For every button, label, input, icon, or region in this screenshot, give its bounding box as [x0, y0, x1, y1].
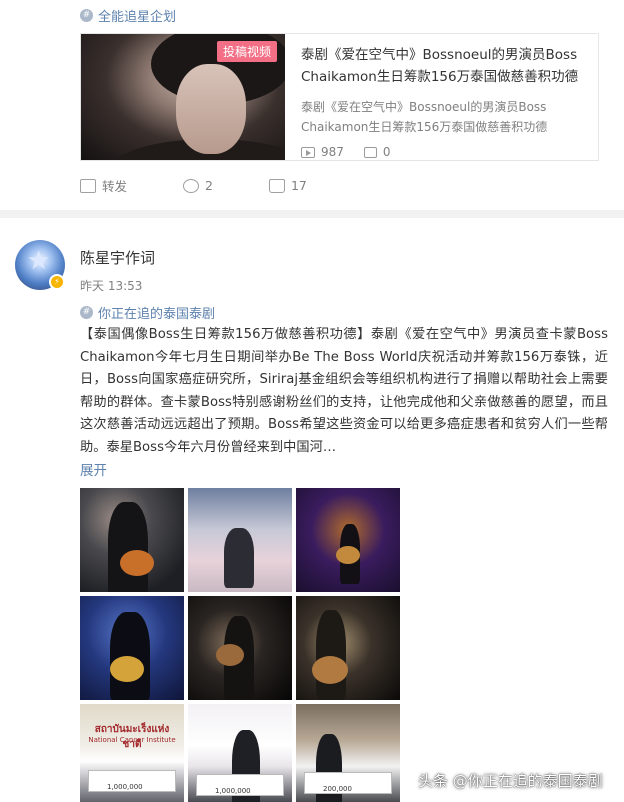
guitar-shape — [312, 656, 348, 684]
post-time[interactable]: 昨天 13:53 — [80, 277, 142, 294]
view-count: 987 — [301, 145, 344, 159]
video-title[interactable]: 泰剧《爱在空气中》Bossnoeul的男演员Boss Chaikamon生日筹款… — [301, 44, 584, 88]
photo-figure — [224, 528, 254, 588]
cheque: 200,000 — [304, 772, 392, 794]
cheque: 1,000,000 — [196, 774, 284, 796]
banner-sub: National Cancer Institute — [88, 736, 176, 744]
like-count: 17 — [290, 178, 307, 193]
comment-button[interactable]: 2 — [183, 176, 213, 195]
watermark: 头条 @你正在追的泰国泰剧 — [418, 772, 603, 790]
photo-2[interactable] — [188, 488, 292, 592]
photo-7[interactable]: สถาบันมะเร็งแห่งชาติ National Cancer Ins… — [80, 704, 184, 802]
cheque: 1,000,000 — [88, 770, 176, 792]
expand-link[interactable]: 展开 — [80, 459, 107, 479]
video-desc: 泰剧《爱在空气中》Bossnoeul的男演员Boss Chaikamon生日筹款… — [301, 100, 548, 134]
topic-icon: # — [80, 306, 93, 319]
photo-1[interactable] — [80, 488, 184, 592]
like-icon — [268, 178, 285, 193]
topic-link-post[interactable]: # 你正在追的泰国泰剧 — [80, 303, 215, 322]
photo-4[interactable] — [80, 596, 184, 700]
guitar-shape — [336, 546, 360, 564]
comment-count: 2 — [205, 178, 213, 193]
guitar-shape — [216, 644, 244, 666]
topic-label: 你正在追的泰国泰剧 — [98, 307, 216, 322]
star-icon: ★ — [27, 246, 51, 276]
video-thumbnail[interactable]: 投稿视频 — [81, 34, 285, 160]
photo-3[interactable] — [296, 488, 400, 592]
card-comment-value: 0 — [382, 145, 391, 159]
topic-link-top[interactable]: # 全能追星企划 — [80, 6, 176, 25]
topic-label: 全能追星企划 — [98, 10, 177, 25]
share-icon — [80, 178, 96, 193]
feed-separator — [0, 210, 624, 218]
share-button[interactable]: 转发 — [80, 176, 127, 195]
play-icon — [301, 146, 315, 158]
banner-text: สถาบันมะเร็งแห่งชาติ — [94, 724, 170, 750]
video-card[interactable]: 投稿视频 泰剧《爱在空气中》Bossnoeul的男演员Boss Chaikamo… — [80, 33, 599, 161]
card-comment-count: 0 — [363, 145, 391, 159]
verified-badge-icon: ⚡ — [49, 274, 65, 290]
photo-figure — [316, 610, 346, 700]
photo-grid: สถาบันมะเร็งแห่งชาติ National Cancer Ins… — [80, 488, 400, 802]
post-text: 【泰国偶像Boss生日筹款156万做慈善积功德】泰剧《爱在空气中》男演员查卡蒙B… — [80, 327, 608, 455]
view-count-value: 987 — [321, 145, 344, 159]
comment-box-icon — [363, 146, 377, 158]
photo-figure — [108, 502, 148, 592]
guitar-shape — [120, 550, 154, 576]
comment-icon — [183, 178, 200, 193]
photo-9[interactable]: 200,000 — [296, 704, 400, 802]
thumb-face — [176, 64, 246, 154]
like-button[interactable]: 17 — [268, 176, 307, 195]
action-bar: 转发 2 17 — [80, 176, 307, 195]
share-label: 转发 — [102, 179, 128, 194]
photo-5[interactable] — [188, 596, 292, 700]
topic-icon: # — [80, 9, 93, 22]
author-name[interactable]: 陈星宇作词 — [80, 247, 155, 268]
video-tag: 投稿视频 — [216, 41, 277, 62]
photo-8[interactable]: 1,000,000 — [188, 704, 292, 802]
guitar-shape — [110, 656, 144, 682]
photo-6[interactable] — [296, 596, 400, 700]
